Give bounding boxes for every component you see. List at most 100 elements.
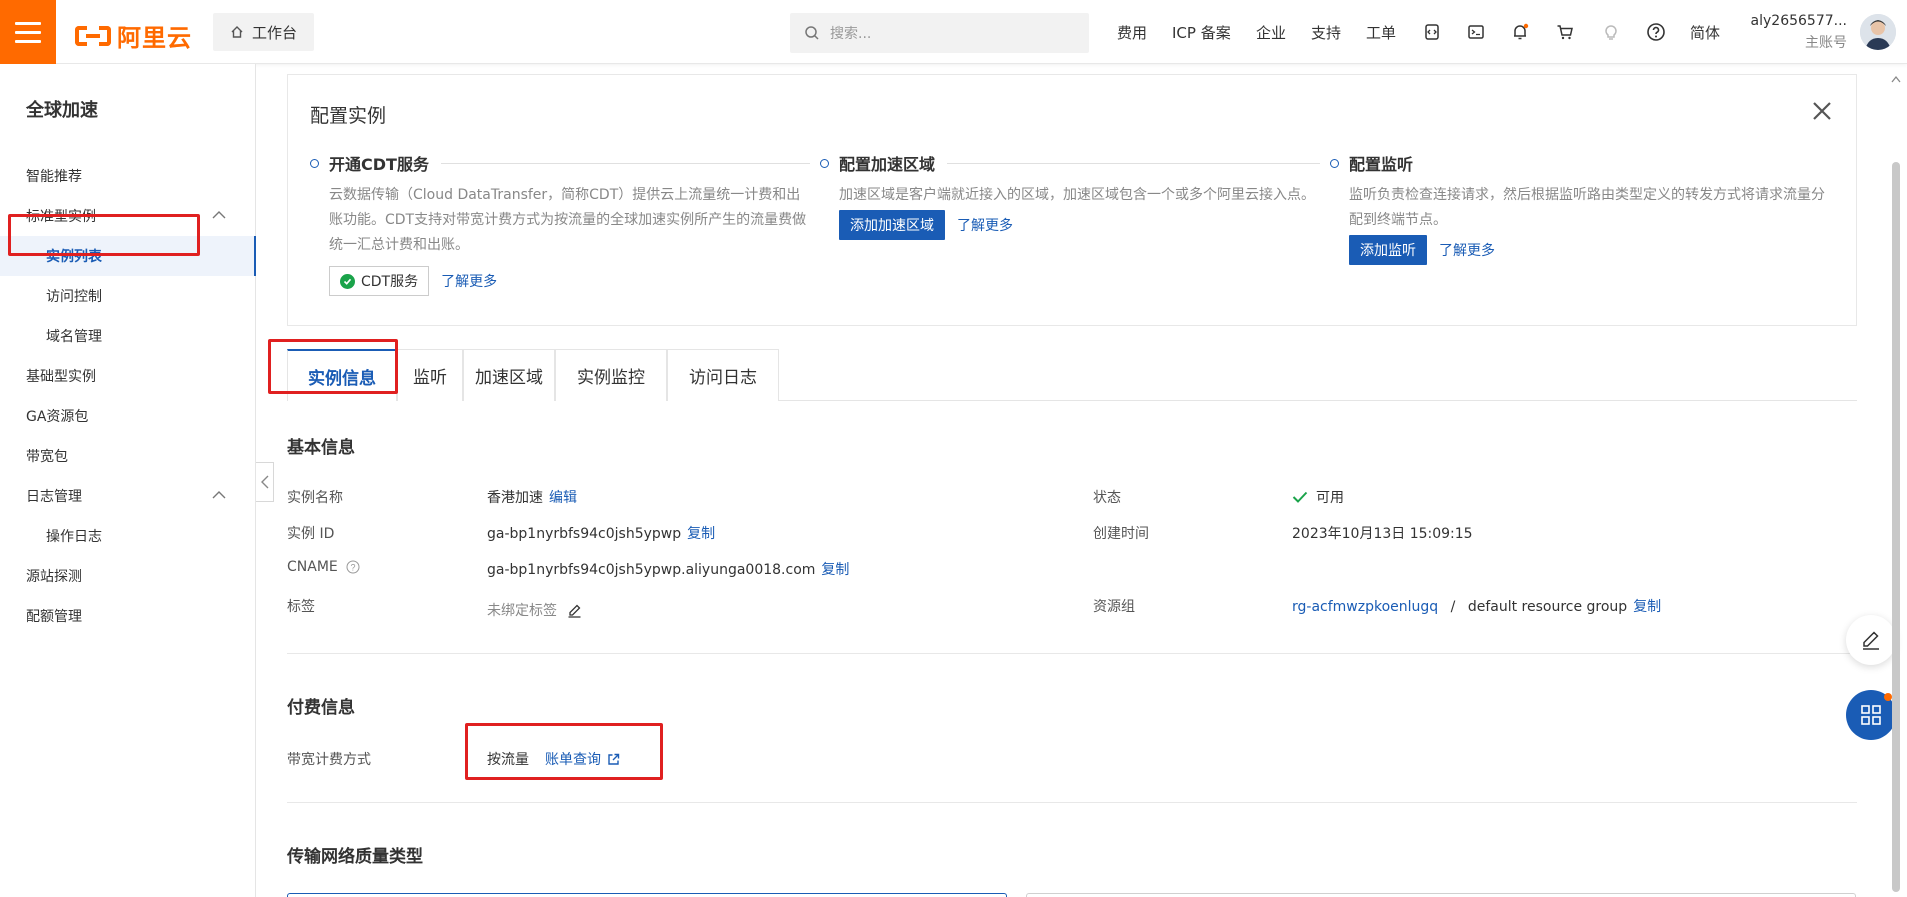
step-line (947, 162, 1320, 164)
add-accel-region-button[interactable]: 添加加速区域 (839, 210, 945, 240)
user-account[interactable]: aly2656577... 主账号 (1747, 13, 1847, 52)
sidebar-item-bandwidth-package[interactable]: 带宽包 (0, 436, 256, 476)
config-title: 配置实例 (310, 105, 387, 127)
code-icon[interactable] (1422, 22, 1442, 42)
step-name: 配置监听 (1349, 155, 1414, 174)
logo-text: 阿里云 (117, 24, 192, 52)
network-quality-title: 传输网络质量类型 (287, 847, 423, 867)
tag-text: 未绑定标签 (487, 603, 557, 619)
basic-info-title: 基本信息 (287, 438, 355, 458)
nav-ticket[interactable]: 工单 (1366, 22, 1396, 43)
sidebar-title: 全球加速 (26, 100, 98, 121)
workbench-button[interactable]: 工作台 (213, 13, 314, 51)
aliyun-logo[interactable]: 阿里云 (75, 18, 192, 53)
chevron-up-icon (212, 211, 226, 219)
instance-tabs: 实例信息 监听 加速区域 实例监控 访问日志 (287, 349, 1857, 401)
status-label: 状态 (1093, 490, 1121, 506)
sidebar-item-log-management[interactable]: 日志管理 (0, 476, 256, 516)
search-icon (805, 26, 819, 40)
check-icon (1292, 491, 1308, 503)
network-option-card[interactable] (1026, 893, 1856, 897)
user-name: aly2656577... (1750, 13, 1847, 29)
step-name: 开通CDT服务 (329, 155, 429, 174)
instance-name-label: 实例名称 (287, 490, 343, 506)
step-line (440, 162, 810, 164)
created-time-label: 创建时间 (1093, 526, 1149, 542)
sidebar-item-smart-recommend[interactable]: 智能推荐 (0, 156, 256, 196)
sidebar-item-domain-management[interactable]: 域名管理 (0, 316, 256, 356)
add-listener-button[interactable]: 添加监听 (1349, 235, 1427, 265)
sidebar-item-origin-probe[interactable]: 源站探测 (0, 556, 256, 596)
step-listener: 配置监听 监听负责检查连接请求，然后根据监听路由类型定义的转发方式将请求流量分配… (1330, 151, 1825, 265)
resource-group-label: 资源组 (1093, 599, 1135, 615)
resource-group-id-link[interactable]: rg-acfmwzpkoenlugq (1292, 599, 1438, 615)
apps-grid-icon (1861, 705, 1881, 725)
learn-more-link[interactable]: 了解更多 (957, 215, 1013, 235)
top-navigation-bar: 阿里云 工作台 搜索... 费用 ICP 备案 企业 支持 工单 简体 aly2… (0, 0, 1907, 64)
nav-icp[interactable]: ICP 备案 (1172, 22, 1231, 43)
step-open-cdt: 开通CDT服务 云数据传输（Cloud DataTransfer，简称CDT）提… (310, 151, 810, 296)
search-input[interactable]: 搜索... (790, 13, 1089, 53)
scroll-up-arrow-icon[interactable] (1890, 74, 1902, 84)
svg-text:?: ? (350, 563, 355, 573)
close-icon[interactable] (1810, 99, 1834, 123)
tab-access-log[interactable]: 访问日志 (667, 349, 779, 401)
cart-icon[interactable] (1555, 22, 1575, 42)
question-circle-icon[interactable]: ? (346, 560, 360, 574)
learn-more-link[interactable]: 了解更多 (1439, 240, 1495, 260)
cname-label-text: CNAME (287, 559, 338, 575)
step-description: 监听负责检查连接请求，然后根据监听路由类型定义的转发方式将请求流量分配到终端节点… (1349, 187, 1825, 228)
terminal-icon[interactable] (1466, 22, 1486, 42)
cdt-service-button[interactable]: CDT服务 (329, 266, 430, 296)
sidebar-item-operation-log[interactable]: 操作日志 (0, 516, 256, 556)
resource-group-name: default resource group (1467, 599, 1628, 615)
cdt-service-label: CDT服务 (361, 274, 419, 290)
help-icon[interactable] (1646, 22, 1666, 42)
section-divider (287, 653, 1857, 654)
step-dot (820, 158, 829, 168)
sidebar-item-label: 日志管理 (26, 489, 82, 505)
language-switch[interactable]: 简体 (1690, 22, 1720, 43)
highlight-box-instance-list (8, 214, 200, 256)
network-option-card-selected[interactable] (287, 893, 1007, 897)
nav-fees[interactable]: 费用 (1117, 22, 1147, 43)
home-icon (231, 26, 243, 38)
avatar[interactable] (1860, 14, 1896, 50)
hamburger-menu-icon[interactable] (0, 0, 56, 64)
edit-icon (1863, 631, 1879, 650)
edit-link[interactable]: 编辑 (549, 490, 577, 506)
sidebar-item-access-control[interactable]: 访问控制 (0, 276, 256, 316)
sidebar-item-quota-management[interactable]: 配额管理 (0, 596, 256, 636)
instance-name-text: 香港加速 (487, 490, 543, 506)
learn-more-link[interactable]: 了解更多 (441, 271, 497, 291)
nav-support[interactable]: 支持 (1311, 22, 1341, 43)
feedback-button[interactable] (1846, 615, 1896, 665)
tab-listener[interactable]: 监听 (397, 349, 463, 401)
page-scrollbar[interactable] (1890, 72, 1902, 897)
scroll-thumb[interactable] (1892, 162, 1900, 892)
step-name: 配置加速区域 (839, 155, 936, 174)
lightbulb-icon[interactable] (1601, 22, 1621, 42)
billing-info-title: 付费信息 (287, 698, 355, 718)
instance-id-text: ga-bp1nyrbfs94c0jsh5ypwp (487, 526, 682, 542)
copy-cname-link[interactable]: 复制 (821, 562, 849, 578)
pencil-icon[interactable] (567, 603, 582, 618)
section-divider (287, 802, 1857, 803)
highlight-box-billing-method (465, 723, 663, 780)
cname-text: ga-bp1nyrbfs94c0jsh5ypwp.aliyunga0018.co… (487, 562, 816, 578)
check-circle-icon (340, 273, 355, 289)
billing-method-label: 带宽计费方式 (287, 752, 371, 768)
nav-enterprise[interactable]: 企业 (1256, 22, 1286, 43)
step-dot (1330, 158, 1339, 168)
copy-resource-group-link[interactable]: 复制 (1633, 599, 1661, 615)
sidebar: 全球加速 智能推荐 标准型实例 实例列表 访问控制 域名管理 基础型实例 GA资… (0, 64, 256, 897)
bell-icon[interactable] (1510, 22, 1530, 42)
copy-id-link[interactable]: 复制 (687, 526, 715, 542)
config-instance-card: 配置实例 开通CDT服务 云数据传输（Cloud DataTransfer，简称… (287, 74, 1857, 326)
tab-instance-monitor[interactable]: 实例监控 (555, 349, 667, 401)
workbench-label: 工作台 (251, 23, 297, 42)
sidebar-item-basic-instance[interactable]: 基础型实例 (0, 356, 256, 396)
tab-accel-region[interactable]: 加速区域 (463, 349, 555, 401)
sidebar-item-ga-package[interactable]: GA资源包 (0, 396, 256, 436)
apps-button[interactable] (1846, 690, 1896, 740)
